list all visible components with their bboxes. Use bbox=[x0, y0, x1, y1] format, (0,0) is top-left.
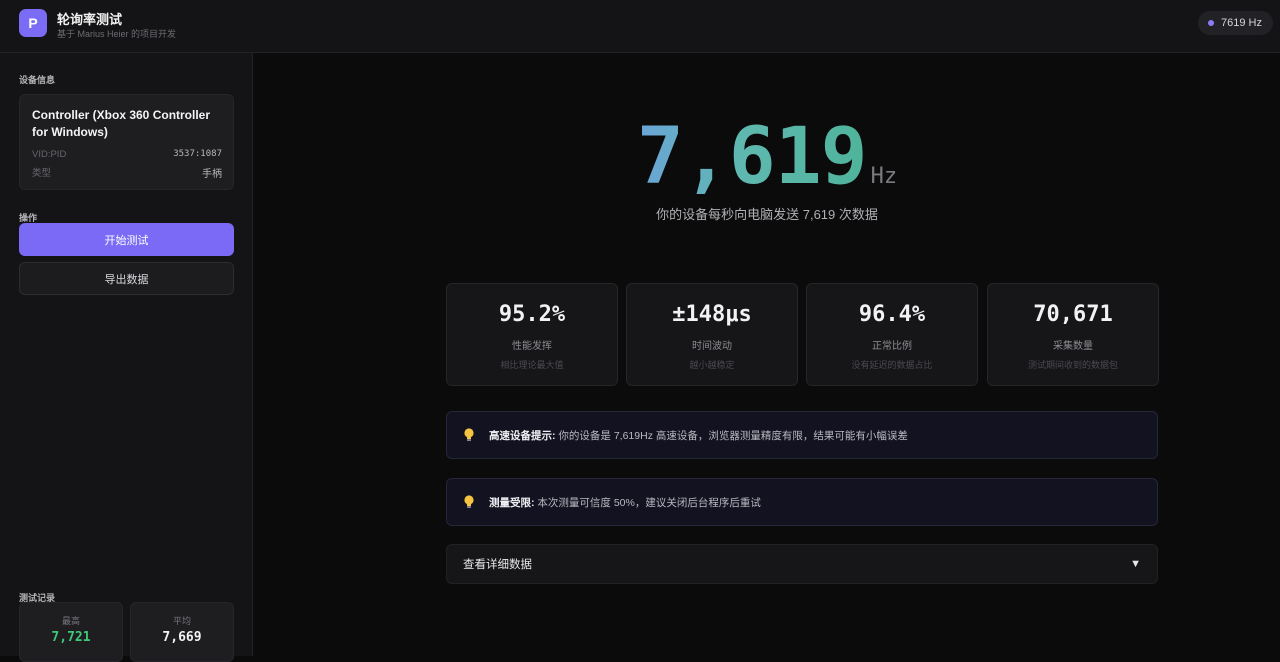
lightbulb-icon bbox=[463, 495, 475, 509]
app-title: 轮询率测试 bbox=[57, 12, 123, 27]
chevron-down-icon: ▼ bbox=[1130, 558, 1141, 570]
record-max-label: 最高 bbox=[61, 616, 80, 626]
polling-rate-caption: 你的设备每秒向电脑发送 7,619 次数据 bbox=[656, 207, 878, 222]
tip-title: 测量受限: bbox=[489, 496, 535, 509]
tip-measurement-limited: 测量受限: 本次测量可信度 50%，建议关闭后台程序后重试 bbox=[446, 478, 1158, 526]
device-type-row: 类型 手柄 bbox=[32, 165, 222, 180]
stat-label: 正常比例 bbox=[872, 341, 912, 352]
stat-desc: 没有延迟的数据占比 bbox=[851, 360, 933, 370]
type-label: 类型 bbox=[32, 168, 52, 179]
record-card-max: 最高 7,721 bbox=[19, 602, 123, 662]
record-card-avg: 平均 7,669 bbox=[130, 602, 234, 662]
rate-badge-text: 7619 Hz bbox=[1221, 17, 1262, 29]
device-name: Controller (Xbox 360 Controller for Wind… bbox=[32, 108, 211, 139]
stat-card-performance: 95.2% 性能发挥 相比理论最大值 bbox=[446, 283, 618, 386]
app-header: P 轮询率测试 基于 Marius Heier 的项目开发 7619 Hz bbox=[0, 0, 1280, 53]
tip-body: 本次测量可信度 50%，建议关闭后台程序后重试 bbox=[537, 496, 761, 509]
device-section-label: 设备信息 bbox=[19, 75, 56, 85]
view-details-label: 查看详细数据 bbox=[463, 559, 532, 571]
vidpid-label: VID:PID bbox=[32, 149, 67, 160]
sidebar: 设备信息 Controller (Xbox 360 Controller for… bbox=[0, 53, 253, 662]
stat-value: 70,671 bbox=[1033, 302, 1113, 327]
polling-rate-unit: Hz bbox=[870, 164, 898, 189]
status-dot-icon bbox=[1208, 20, 1215, 26]
stat-card-jitter: ±148μs 时间波动 越小越稳定 bbox=[626, 283, 798, 386]
stat-desc: 越小越稳定 bbox=[689, 360, 735, 370]
vidpid-value: 3537:1087 bbox=[173, 149, 222, 159]
rate-badge: 7619 Hz bbox=[1198, 11, 1273, 35]
start-test-button[interactable]: 开始测试 bbox=[19, 223, 234, 256]
stat-card-normal-ratio: 96.4% 正常比例 没有延迟的数据占比 bbox=[806, 283, 978, 386]
lightbulb-icon bbox=[463, 428, 475, 442]
app-subtitle: 基于 Marius Heier 的项目开发 bbox=[57, 29, 177, 39]
stat-value: 96.4% bbox=[858, 302, 926, 327]
tip-text: 高速设备提示: 你的设备是 7,619Hz 高速设备，浏览器测量精度有限，结果可… bbox=[489, 428, 908, 443]
record-max-value: 7,721 bbox=[51, 630, 91, 645]
main-panel: 7,619 Hz 你的设备每秒向电脑发送 7,619 次数据 95.2% 性能发挥… bbox=[254, 54, 1280, 656]
record-avg-value: 7,669 bbox=[162, 630, 202, 645]
stat-value: 95.2% bbox=[498, 302, 566, 327]
stat-desc: 测试期间收到的数据包 bbox=[1027, 360, 1118, 370]
tip-title: 高速设备提示: bbox=[489, 429, 556, 442]
stat-label: 时间波动 bbox=[692, 341, 732, 352]
app-logo: P bbox=[19, 9, 47, 37]
record-avg-label: 平均 bbox=[172, 616, 191, 626]
polling-rate-value: 7,619 bbox=[636, 112, 868, 202]
type-value: 手柄 bbox=[202, 169, 222, 180]
tip-high-speed: 高速设备提示: 你的设备是 7,619Hz 高速设备，浏览器测量精度有限，结果可… bbox=[446, 411, 1158, 459]
polling-rate-display: 7,619 Hz bbox=[254, 112, 1280, 202]
tip-text: 测量受限: 本次测量可信度 50%，建议关闭后台程序后重试 bbox=[489, 495, 761, 510]
export-data-button[interactable]: 导出数据 bbox=[19, 262, 234, 295]
stat-desc: 相比理论最大值 bbox=[500, 360, 564, 370]
stat-card-sample-count: 70,671 采集数量 测试期间收到的数据包 bbox=[987, 283, 1159, 386]
view-details-toggle[interactable]: 查看详细数据 ▼ bbox=[446, 544, 1158, 584]
device-vidpid-row: VID:PID 3537:1087 bbox=[32, 149, 222, 160]
device-card: Controller (Xbox 360 Controller for Wind… bbox=[19, 94, 234, 190]
stat-value: ±148μs bbox=[672, 302, 752, 327]
stat-label: 性能发挥 bbox=[512, 341, 552, 352]
tip-body: 你的设备是 7,619Hz 高速设备，浏览器测量精度有限，结果可能有小幅误差 bbox=[558, 429, 908, 442]
stat-label: 采集数量 bbox=[1053, 341, 1093, 352]
